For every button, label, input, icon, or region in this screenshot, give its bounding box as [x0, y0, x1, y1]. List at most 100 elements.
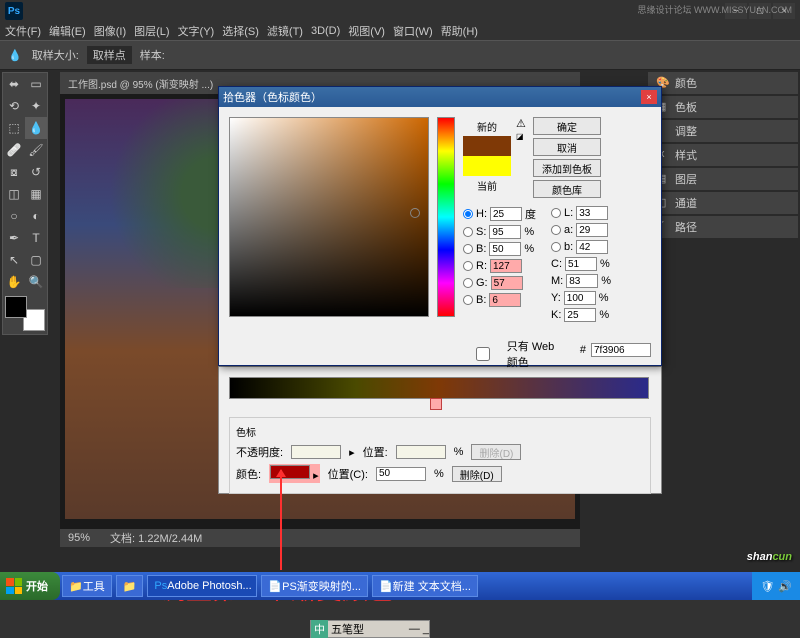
- warning-icon[interactable]: ⚠: [516, 118, 526, 130]
- color-pos-input[interactable]: [376, 467, 426, 481]
- gradient-stop[interactable]: [430, 398, 442, 410]
- b2-radio[interactable]: [463, 295, 473, 305]
- dialog-titlebar[interactable]: 拾色器（色标颜色） ×: [219, 87, 661, 107]
- heal-tool[interactable]: 🩹: [3, 139, 25, 161]
- sample-size-label: 取样大小:: [32, 47, 79, 63]
- eraser-tool[interactable]: ◫: [3, 183, 25, 205]
- menu-image[interactable]: 图像(I): [94, 23, 126, 39]
- h-radio[interactable]: [463, 209, 473, 219]
- task-photoshop[interactable]: Ps Adobe Photosh...: [147, 575, 257, 597]
- hand-tool[interactable]: ✋: [3, 271, 25, 293]
- tray-icon[interactable]: 🔊: [778, 580, 792, 593]
- h-input[interactable]: [490, 207, 522, 221]
- cube-icon[interactable]: ◪: [516, 132, 524, 141]
- blur-tool[interactable]: ○: [3, 205, 25, 227]
- g-radio[interactable]: [463, 278, 473, 288]
- crop-tool[interactable]: ⬚: [3, 117, 25, 139]
- brush-tool[interactable]: 🖌: [25, 139, 47, 161]
- color-swatches[interactable]: [5, 296, 45, 331]
- gradient-bar[interactable]: [229, 377, 649, 399]
- move-tool[interactable]: ⬌: [3, 73, 25, 95]
- menu-window[interactable]: 窗口(W): [393, 23, 433, 39]
- m-input[interactable]: [566, 274, 598, 288]
- add-swatch-button[interactable]: 添加到色板: [533, 159, 601, 177]
- c-input[interactable]: [565, 257, 597, 271]
- task-tutorial[interactable]: 📄PS渐变映射的...: [261, 575, 368, 597]
- hue-slider[interactable]: [437, 117, 455, 317]
- marquee-tool[interactable]: ▭: [25, 73, 47, 95]
- panel-color[interactable]: 🎨颜色: [648, 72, 798, 94]
- color-picker-dialog: 拾色器（色标颜色） × 新的 当前 ⚠◪ 确定: [218, 86, 662, 366]
- task-folder[interactable]: 📁: [116, 575, 144, 597]
- panel-adjustments[interactable]: ◐调整: [648, 120, 798, 142]
- dialog-close-button[interactable]: ×: [641, 90, 657, 104]
- menu-filter[interactable]: 滤镜(T): [267, 23, 303, 39]
- panel-styles[interactable]: fx样式: [648, 144, 798, 166]
- annotation-arrow: [280, 470, 282, 570]
- sample-label: 样本:: [140, 47, 165, 63]
- zoom-level[interactable]: 95%: [68, 532, 90, 544]
- lasso-tool[interactable]: ⟲: [3, 95, 25, 117]
- l-input[interactable]: [576, 206, 608, 220]
- wand-tool[interactable]: ✦: [25, 95, 47, 117]
- lab-b-input[interactable]: [576, 240, 608, 254]
- menu-file[interactable]: 文件(F): [5, 23, 41, 39]
- color-library-button[interactable]: 颜色库: [533, 180, 601, 198]
- k-input[interactable]: [564, 308, 596, 322]
- pen-tool[interactable]: ✒: [3, 227, 25, 249]
- dodge-tool[interactable]: ◐: [25, 205, 47, 227]
- s-radio[interactable]: [463, 227, 473, 237]
- type-tool[interactable]: T: [25, 227, 47, 249]
- r-input[interactable]: [490, 259, 522, 273]
- g-input[interactable]: [491, 276, 523, 290]
- path-tool[interactable]: ↖: [3, 249, 25, 271]
- task-tools[interactable]: 📁工具: [62, 575, 112, 597]
- sample-size-value[interactable]: 取样点: [87, 46, 132, 64]
- menu-view[interactable]: 视图(V): [348, 23, 385, 39]
- ok-button[interactable]: 确定: [533, 117, 601, 135]
- current-color-swatch[interactable]: [463, 156, 511, 176]
- stamp-tool[interactable]: ⧇: [3, 161, 25, 183]
- shape-tool[interactable]: ▢: [25, 249, 47, 271]
- history-brush-tool[interactable]: ↺: [25, 161, 47, 183]
- menu-help[interactable]: 帮助(H): [441, 23, 478, 39]
- menu-type[interactable]: 文字(Y): [178, 23, 215, 39]
- task-notepad[interactable]: 📄新建 文本文档...: [372, 575, 478, 597]
- menu-select[interactable]: 选择(S): [222, 23, 259, 39]
- eyedropper-tool[interactable]: 💧: [25, 117, 47, 139]
- r-radio[interactable]: [463, 261, 473, 271]
- y-input[interactable]: [564, 291, 596, 305]
- opacity-label: 不透明度:: [236, 444, 283, 460]
- tray-icon[interactable]: 🛡: [760, 580, 774, 593]
- menu-edit[interactable]: 编辑(E): [49, 23, 86, 39]
- panel-swatches[interactable]: ▦色板: [648, 96, 798, 118]
- lab-b-radio[interactable]: [551, 242, 561, 252]
- color-cursor[interactable]: [410, 208, 420, 218]
- delete-color-button[interactable]: 删除(D): [452, 466, 502, 482]
- gradient-tool[interactable]: ▦: [25, 183, 47, 205]
- a-input[interactable]: [576, 223, 608, 237]
- cancel-button[interactable]: 取消: [533, 138, 601, 156]
- new-label: 新的: [463, 119, 511, 134]
- a-radio[interactable]: [551, 225, 561, 235]
- zoom-tool[interactable]: 🔍: [25, 271, 47, 293]
- taskbar[interactable]: 开始 📁工具 📁 Ps Adobe Photosh... 📄PS渐变映射的...…: [0, 572, 800, 600]
- color-field[interactable]: [229, 117, 429, 317]
- hex-input[interactable]: [591, 343, 651, 357]
- b2-input[interactable]: [489, 293, 521, 307]
- ime-bar[interactable]: 中 五笔型 — _: [310, 620, 430, 638]
- l-radio[interactable]: [551, 208, 561, 218]
- menu-layer[interactable]: 图层(L): [134, 23, 169, 39]
- foreground-color[interactable]: [5, 296, 27, 318]
- web-only-checkbox[interactable]: [463, 347, 503, 361]
- start-button[interactable]: 开始: [0, 572, 60, 600]
- panel-channels[interactable]: ◧通道: [648, 192, 798, 214]
- menu-bar[interactable]: 文件(F) 编辑(E) 图像(I) 图层(L) 文字(Y) 选择(S) 滤镜(T…: [0, 22, 800, 40]
- b-radio[interactable]: [463, 244, 473, 254]
- s-input[interactable]: [489, 225, 521, 239]
- menu-3d[interactable]: 3D(D): [311, 25, 340, 37]
- b-input[interactable]: [489, 242, 521, 256]
- panel-paths[interactable]: ⟋路径: [648, 216, 798, 238]
- system-tray[interactable]: 🛡 🔊: [752, 572, 800, 600]
- panel-layers[interactable]: ▤图层: [648, 168, 798, 190]
